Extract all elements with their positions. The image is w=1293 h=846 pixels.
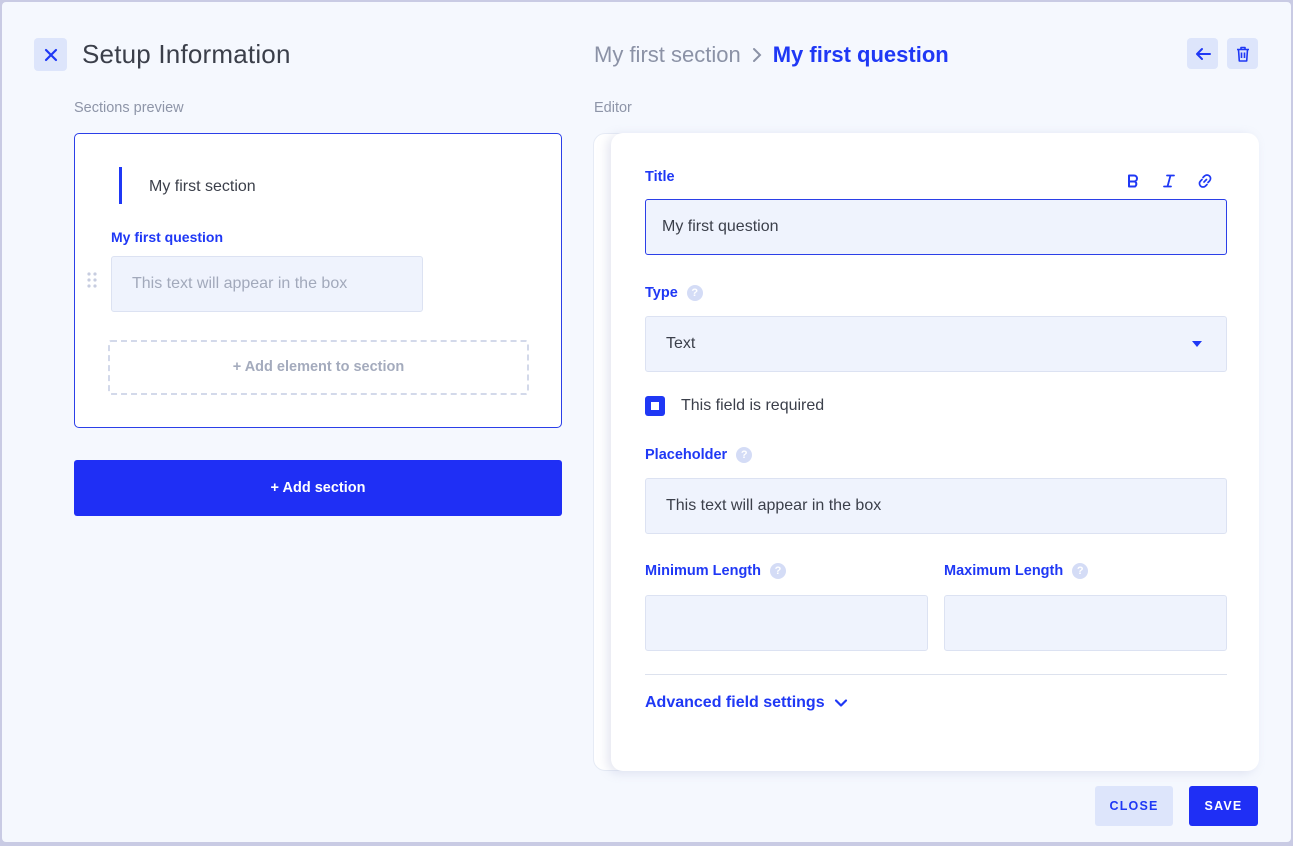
editor-card: Title Type ? Text xyxy=(611,133,1259,771)
advanced-settings-toggle[interactable]: Advanced field settings xyxy=(645,694,848,712)
arrow-left-icon xyxy=(1195,47,1211,60)
delete-button[interactable] xyxy=(1227,38,1258,69)
add-section-button[interactable]: + Add section xyxy=(74,460,562,516)
section-accent-bar xyxy=(119,167,122,204)
help-icon[interactable]: ? xyxy=(736,447,753,463)
title-label: Title xyxy=(645,169,675,185)
caret-down-icon xyxy=(1192,341,1202,347)
type-select[interactable]: Text xyxy=(645,316,1227,372)
breadcrumb-section[interactable]: My first section xyxy=(594,42,741,68)
italic-button[interactable] xyxy=(1159,171,1179,191)
divider xyxy=(645,674,1227,675)
breadcrumb-question: My first question xyxy=(772,41,949,67)
save-button[interactable]: SAVE xyxy=(1189,786,1258,826)
drag-handle-icon[interactable] xyxy=(85,271,99,289)
help-icon[interactable]: ? xyxy=(770,563,786,579)
placeholder-label: Placeholder ? xyxy=(645,447,753,463)
chevron-right-icon xyxy=(752,47,762,62)
help-icon[interactable]: ? xyxy=(686,285,703,301)
type-label: Type ? xyxy=(645,285,703,301)
max-length-label: Maximum Length ? xyxy=(944,563,1089,579)
section-preview-card[interactable]: My first section My first question This … xyxy=(74,133,562,428)
preview-question-input[interactable]: This text will appear in the box xyxy=(111,256,423,312)
chevron-down-icon xyxy=(834,699,847,707)
max-length-input[interactable] xyxy=(944,595,1227,651)
sections-preview-label: Sections preview xyxy=(74,100,184,116)
editor-label: Editor xyxy=(594,100,632,116)
help-icon[interactable]: ? xyxy=(1072,563,1089,579)
required-checkbox[interactable] xyxy=(645,396,665,416)
close-button[interactable]: CLOSE xyxy=(1095,786,1173,826)
breadcrumb: My first section My first question xyxy=(594,38,949,71)
back-button[interactable] xyxy=(1187,38,1218,69)
type-select-value: Text xyxy=(666,335,696,352)
preview-section-name: My first section xyxy=(149,178,256,195)
placeholder-input[interactable] xyxy=(645,478,1227,534)
setup-modal: Setup Information My first section My fi… xyxy=(2,2,1291,842)
add-element-button[interactable]: + Add element to section xyxy=(108,340,529,395)
title-input[interactable] xyxy=(645,199,1227,255)
close-modal-button[interactable] xyxy=(34,38,67,71)
trash-icon xyxy=(1236,46,1249,62)
preview-question-label: My first question xyxy=(111,229,224,245)
required-label: This field is required xyxy=(681,397,825,414)
format-toolbar xyxy=(1123,171,1215,191)
link-icon xyxy=(1198,174,1212,188)
italic-icon xyxy=(1163,174,1175,188)
close-icon xyxy=(44,48,57,61)
link-button[interactable] xyxy=(1195,171,1215,191)
min-length-label: Minimum Length ? xyxy=(645,563,786,579)
min-length-input[interactable] xyxy=(645,595,928,651)
bold-icon xyxy=(1128,174,1138,188)
checkbox-checked-mark xyxy=(651,402,659,410)
page-title: Setup Information xyxy=(82,39,291,69)
bold-button[interactable] xyxy=(1123,171,1143,191)
